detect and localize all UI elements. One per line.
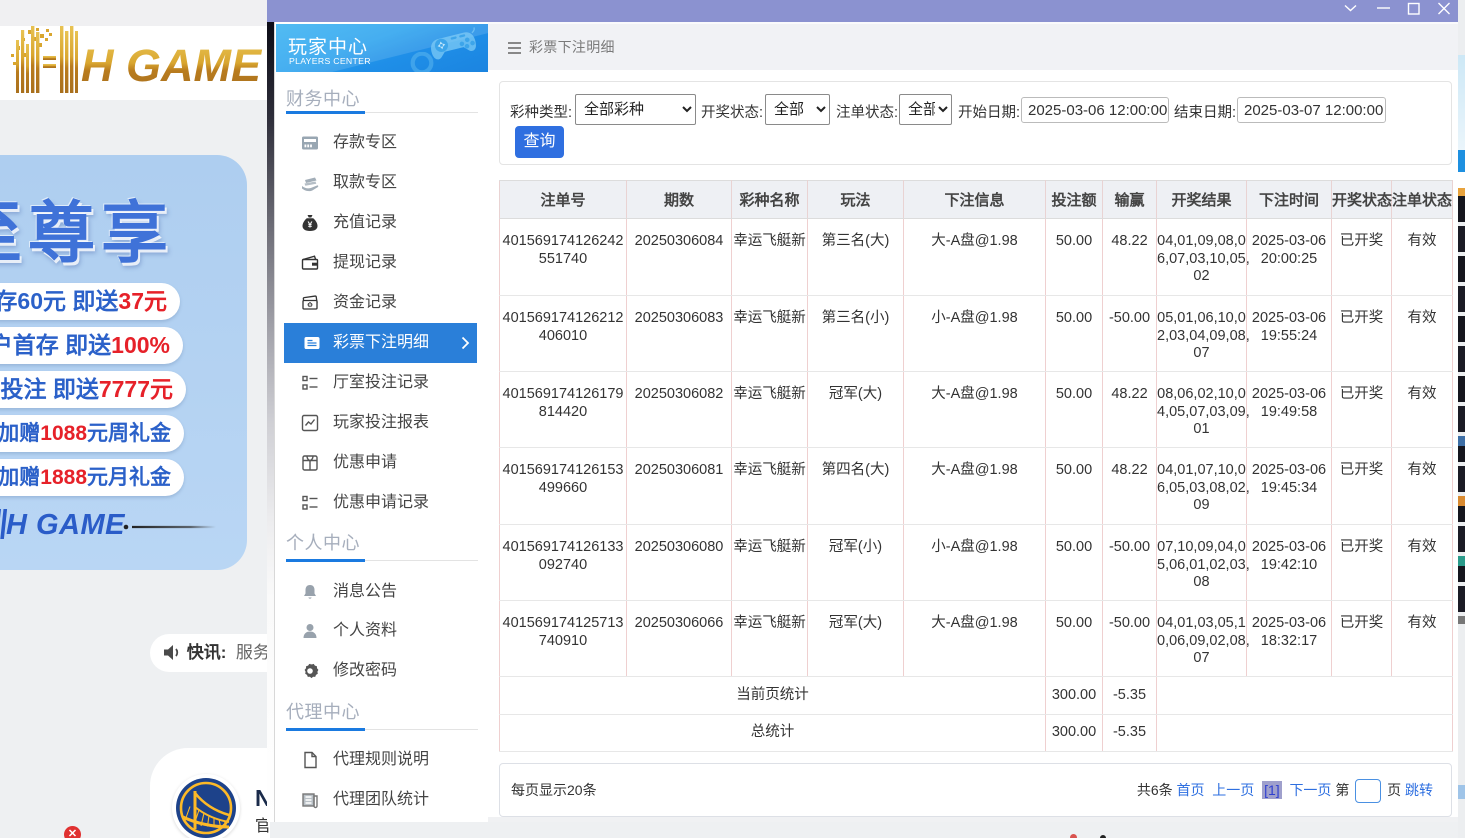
svg-text:¥: ¥ bbox=[308, 220, 313, 230]
svg-text:H GAME: H GAME bbox=[81, 40, 263, 91]
svg-text:H GAME: H GAME bbox=[6, 509, 126, 541]
